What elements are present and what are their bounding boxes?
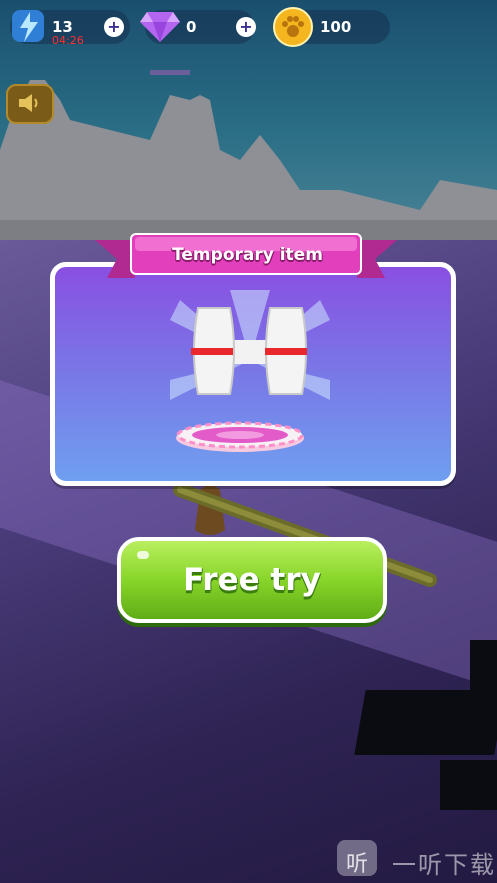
energy-timer: 04:26 [52, 34, 84, 47]
lightning-bolt-icon [12, 10, 44, 42]
popup-title: Temporary item [172, 245, 323, 265]
free-try-label: Free try [183, 562, 321, 598]
free-try-button[interactable]: Free try [117, 537, 387, 623]
watermark-logo-glyph: 听 [346, 852, 369, 877]
diamond-gem-icon [140, 12, 180, 42]
add-gems-button[interactable]: + [236, 17, 256, 37]
sound-toggle-button[interactable] [6, 84, 54, 124]
black-floor-tile [440, 760, 497, 810]
paw-coin-icon [273, 7, 313, 47]
gems-value: 0 [186, 18, 197, 36]
add-energy-button[interactable]: + [104, 17, 124, 37]
coins-value: 100 [320, 18, 352, 36]
magnet-barbell-item [170, 290, 330, 452]
black-floor-tile [354, 690, 497, 755]
speaker-icon [19, 94, 38, 112]
black-floor-tile [470, 640, 497, 695]
watermark-text: 一听下载 [392, 851, 496, 879]
